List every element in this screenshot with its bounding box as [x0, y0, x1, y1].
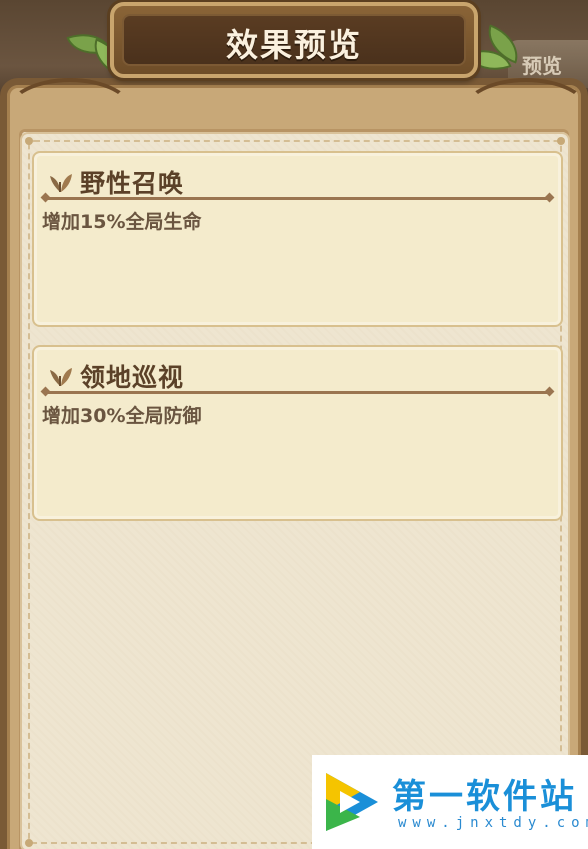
effect-preview-screen: 预览 效果预览 野性召唤 增加15%全局生命 领地巡视 增加30%全局防御 第一…	[0, 0, 588, 849]
title-plaque: 效果预览	[110, 2, 478, 78]
effect-card: 领地巡视 增加30%全局防御	[32, 345, 563, 521]
effect-description: 增加15%全局生命	[42, 211, 202, 233]
watermark-logo-icon	[320, 769, 384, 835]
corner-dot	[25, 137, 33, 145]
watermark: 第一软件站 www.jnxtdy.com	[312, 755, 588, 849]
effect-card-header: 野性召唤	[48, 165, 184, 199]
corner-dot	[25, 839, 33, 847]
corner-dot	[557, 137, 565, 145]
watermark-name: 第一软件站	[392, 777, 577, 817]
page-title: 效果预览	[225, 26, 362, 64]
sprout-icon	[48, 364, 74, 388]
effect-name: 野性召唤	[80, 169, 185, 198]
card-divider	[44, 197, 551, 200]
effect-card: 野性召唤 增加15%全局生命	[32, 151, 563, 327]
card-divider	[44, 391, 551, 394]
effect-card-header: 领地巡视	[48, 359, 184, 393]
effect-name: 领地巡视	[80, 363, 185, 392]
effect-description: 增加30%全局防御	[42, 405, 202, 427]
sprout-icon	[48, 170, 74, 194]
background-tab-label: 预览	[522, 54, 562, 78]
watermark-url: www.jnxtdy.com	[398, 815, 588, 831]
